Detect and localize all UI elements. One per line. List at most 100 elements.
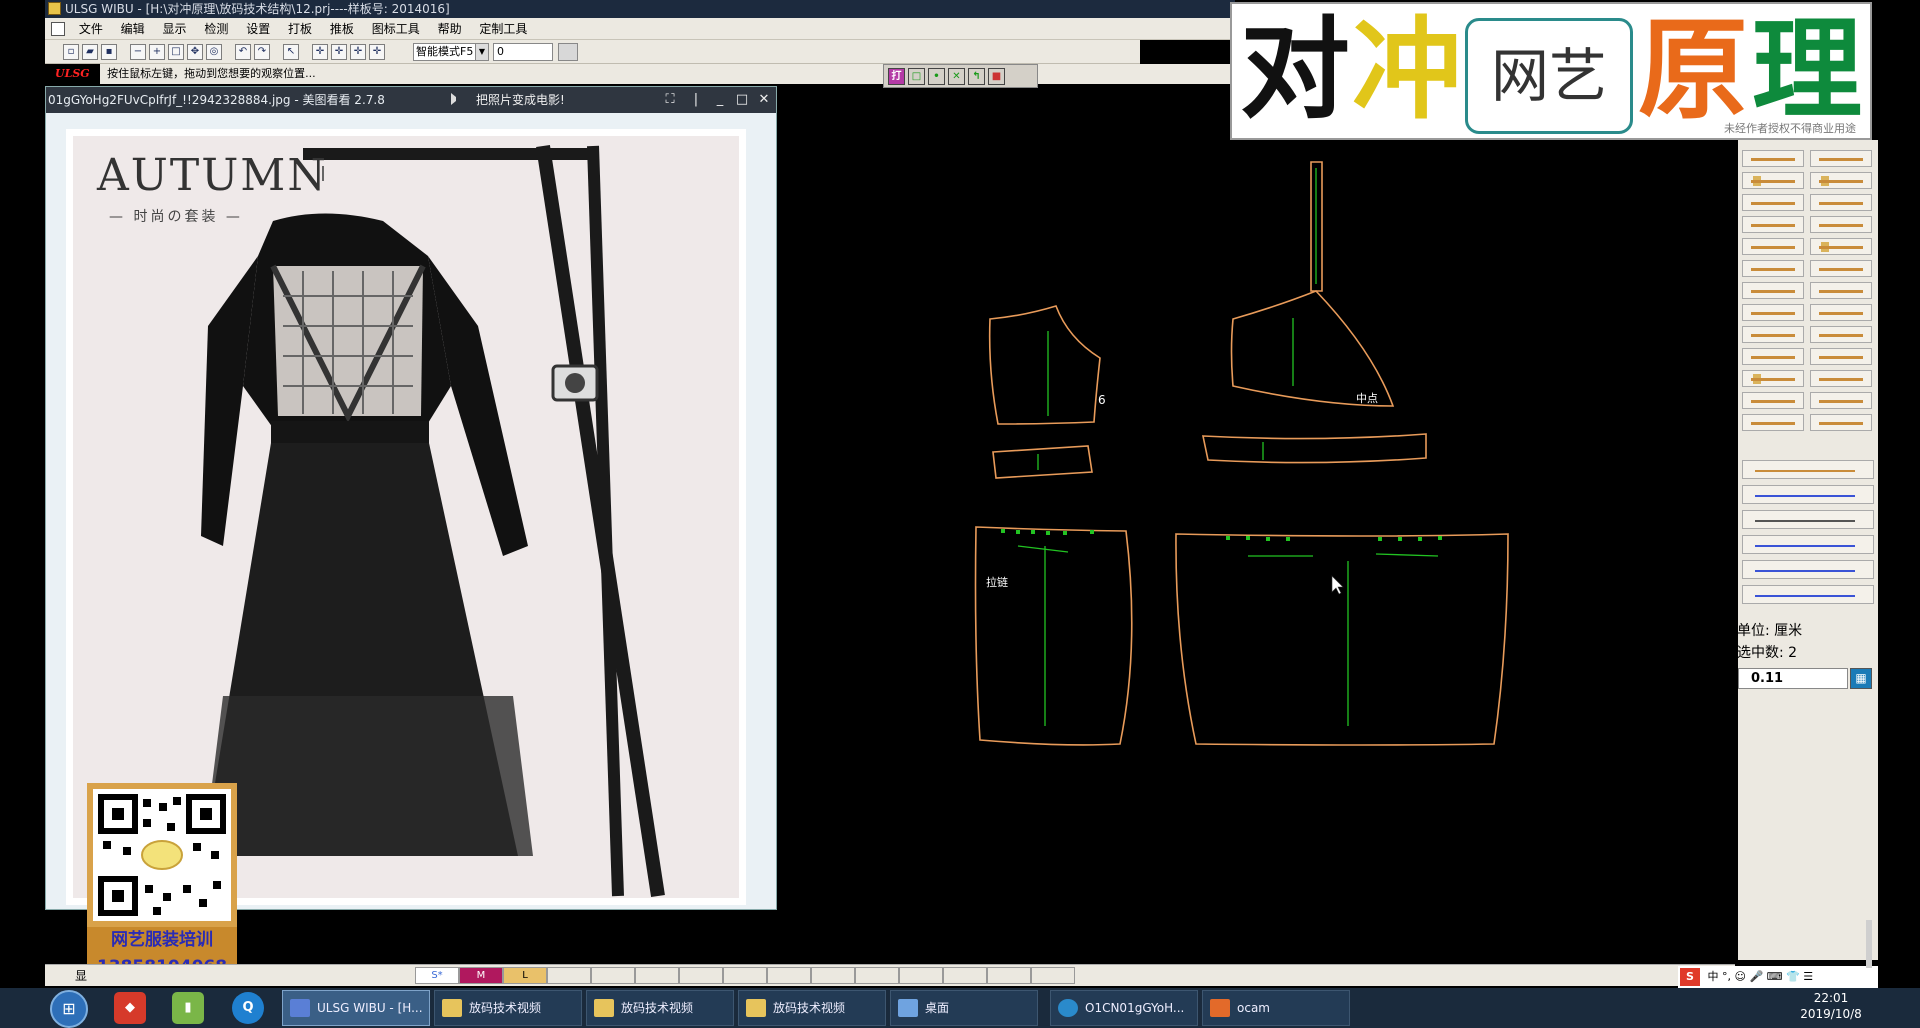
rectangle-icon[interactable]: □ [908,68,925,85]
size-m-cell[interactable]: M [459,967,503,984]
task-folder-2[interactable]: 放码技术视频 [586,990,734,1026]
app-green-icon[interactable]: ▮ [172,992,204,1024]
close-icon[interactable]: ✕ [754,87,774,113]
tool-piece-2-icon[interactable] [1810,392,1872,409]
scrollbar[interactable] [1866,920,1872,968]
ratio-input[interactable]: 0.11 [1738,668,1848,689]
tool-pencil-icon[interactable] [1810,370,1872,387]
speaker-icon[interactable] [451,93,463,105]
task-image-viewer[interactable]: O1CN01gGYoH... [1050,990,1198,1026]
task-ulsg[interactable]: ULSG WIBU - [H... [282,990,430,1026]
chevron-down-icon[interactable]: ▼ [475,44,488,60]
menu-settings[interactable]: 设置 [239,18,277,40]
size-cell[interactable] [591,967,635,984]
size-cell[interactable] [547,967,591,984]
viewer-notice[interactable]: 把照片变成电影! [476,87,565,113]
size-l-cell[interactable]: L [503,967,547,984]
system-clock[interactable]: 22:01 2019/10/8 [1796,990,1866,1022]
pick-tool-icon[interactable] [558,43,578,61]
point-tool-3-icon[interactable]: ✛ [350,44,366,60]
point-tool-icon[interactable]: ✛ [312,44,328,60]
tool-curve-ruler-icon[interactable] [1742,485,1874,504]
tool-fold-icon[interactable] [1742,304,1804,321]
sogou-ime-icon[interactable]: S [1680,968,1700,986]
viewer-title-bar[interactable]: 01gGYoHg2FUvCpIfrJf_!!2942328884.jpg - 美… [46,87,776,113]
menu-file[interactable]: 文件 [72,18,110,40]
calculator-icon[interactable]: ▦ [1850,668,1872,689]
tool-split-icon[interactable] [1742,326,1804,343]
value-input[interactable]: 0 [493,43,553,61]
select-icon[interactable]: ↖ [283,44,299,60]
tool-dart-icon[interactable] [1810,194,1872,211]
size-cell[interactable] [767,967,811,984]
task-desktop[interactable]: 桌面 [890,990,1038,1026]
tool-scissors-2-icon[interactable] [1742,282,1804,299]
menu-grading[interactable]: 推板 [323,18,361,40]
tool-ruler-icon[interactable] [1742,460,1874,479]
open-folder-icon[interactable]: ▰ [82,44,98,60]
zoom-out-icon[interactable]: − [130,44,146,60]
save-icon[interactable]: ▪ [101,44,117,60]
pin-icon[interactable]: | [686,87,706,113]
delete-icon[interactable]: ■ [988,68,1005,85]
app-red-icon[interactable]: ◆ [114,992,146,1024]
fullscreen-icon[interactable]: ⛶ [660,87,680,113]
pattern-drawing[interactable]: 6 中点 拉链 [778,86,1734,964]
size-cell[interactable] [635,967,679,984]
tool-taper-2-icon[interactable] [1810,216,1872,233]
undo-arrow-icon[interactable]: ↰ [968,68,985,85]
tool-seam-icon[interactable] [1810,282,1872,299]
menu-help[interactable]: 帮助 [431,18,469,40]
redo-icon[interactable]: ↷ [254,44,270,60]
tool-mark-icon[interactable] [1742,414,1804,431]
pan-icon[interactable]: ✥ [187,44,203,60]
minimize-icon[interactable]: _ [710,87,730,113]
size-cell[interactable] [1031,967,1075,984]
size-s-cell[interactable]: S* [415,967,459,984]
zoom-fit-icon[interactable]: ◎ [206,44,222,60]
tool-pleat-icon[interactable] [1810,326,1872,343]
menu-check[interactable]: 检测 [197,18,235,40]
menu-pattern[interactable]: 打板 [281,18,319,40]
size-cell[interactable] [943,967,987,984]
tool-compass-icon[interactable] [1742,150,1804,167]
point-tool-2-icon[interactable]: ✛ [331,44,347,60]
size-cell[interactable] [723,967,767,984]
tool-delete-icon[interactable] [1742,348,1804,365]
undo-icon[interactable]: ↶ [235,44,251,60]
tool-line-icon[interactable] [1742,194,1804,211]
tool-pin-icon[interactable] [1810,348,1872,365]
pattern-canvas[interactable]: 6 中点 拉链 [778,86,1734,964]
menu-custom-tools[interactable]: 定制工具 [472,18,534,40]
tool-armhole-icon[interactable] [1742,585,1874,604]
tool-french-curve-icon[interactable] [1742,535,1874,554]
size-cell[interactable] [811,967,855,984]
mode-select[interactable]: 智能模式F5 ▼ [413,43,489,61]
size-cell[interactable] [855,967,899,984]
document-icon[interactable] [51,22,65,36]
tool-remove-icon[interactable] [1810,414,1872,431]
task-folder-3[interactable]: 放码技术视频 [738,990,886,1026]
tool-scale-icon[interactable] [1742,560,1874,579]
tool-text-icon[interactable] [1742,370,1804,387]
tool-cut-icon[interactable] [1810,260,1872,277]
menu-icon-tools[interactable]: 图标工具 [365,18,427,40]
zoom-window-icon[interactable]: □ [168,44,184,60]
zoom-in-icon[interactable]: + [149,44,165,60]
tool-scissors-icon[interactable] [1742,260,1804,277]
tool-taper-icon[interactable] [1742,216,1804,233]
tool-tape-icon[interactable] [1742,172,1804,189]
size-cell[interactable] [679,967,723,984]
print-button[interactable]: 打 [888,68,905,85]
ime-icons[interactable]: 中 °, ☺ 🎤 ⌨ 👕 ☰ [1708,970,1814,983]
task-folder-1[interactable]: 放码技术视频 [434,990,582,1026]
size-cell[interactable] [987,967,1031,984]
new-file-icon[interactable]: ▫ [63,44,79,60]
maximize-icon[interactable]: □ [732,87,752,113]
menu-view[interactable]: 显示 [156,18,194,40]
size-cell[interactable] [899,967,943,984]
tool-arrow-icon[interactable] [1810,304,1872,321]
task-ocam[interactable]: ocam [1202,990,1350,1026]
ime-bar[interactable]: S 中 °, ☺ 🎤 ⌨ 👕 ☰ [1678,966,1878,988]
tool-piece-icon[interactable] [1742,392,1804,409]
